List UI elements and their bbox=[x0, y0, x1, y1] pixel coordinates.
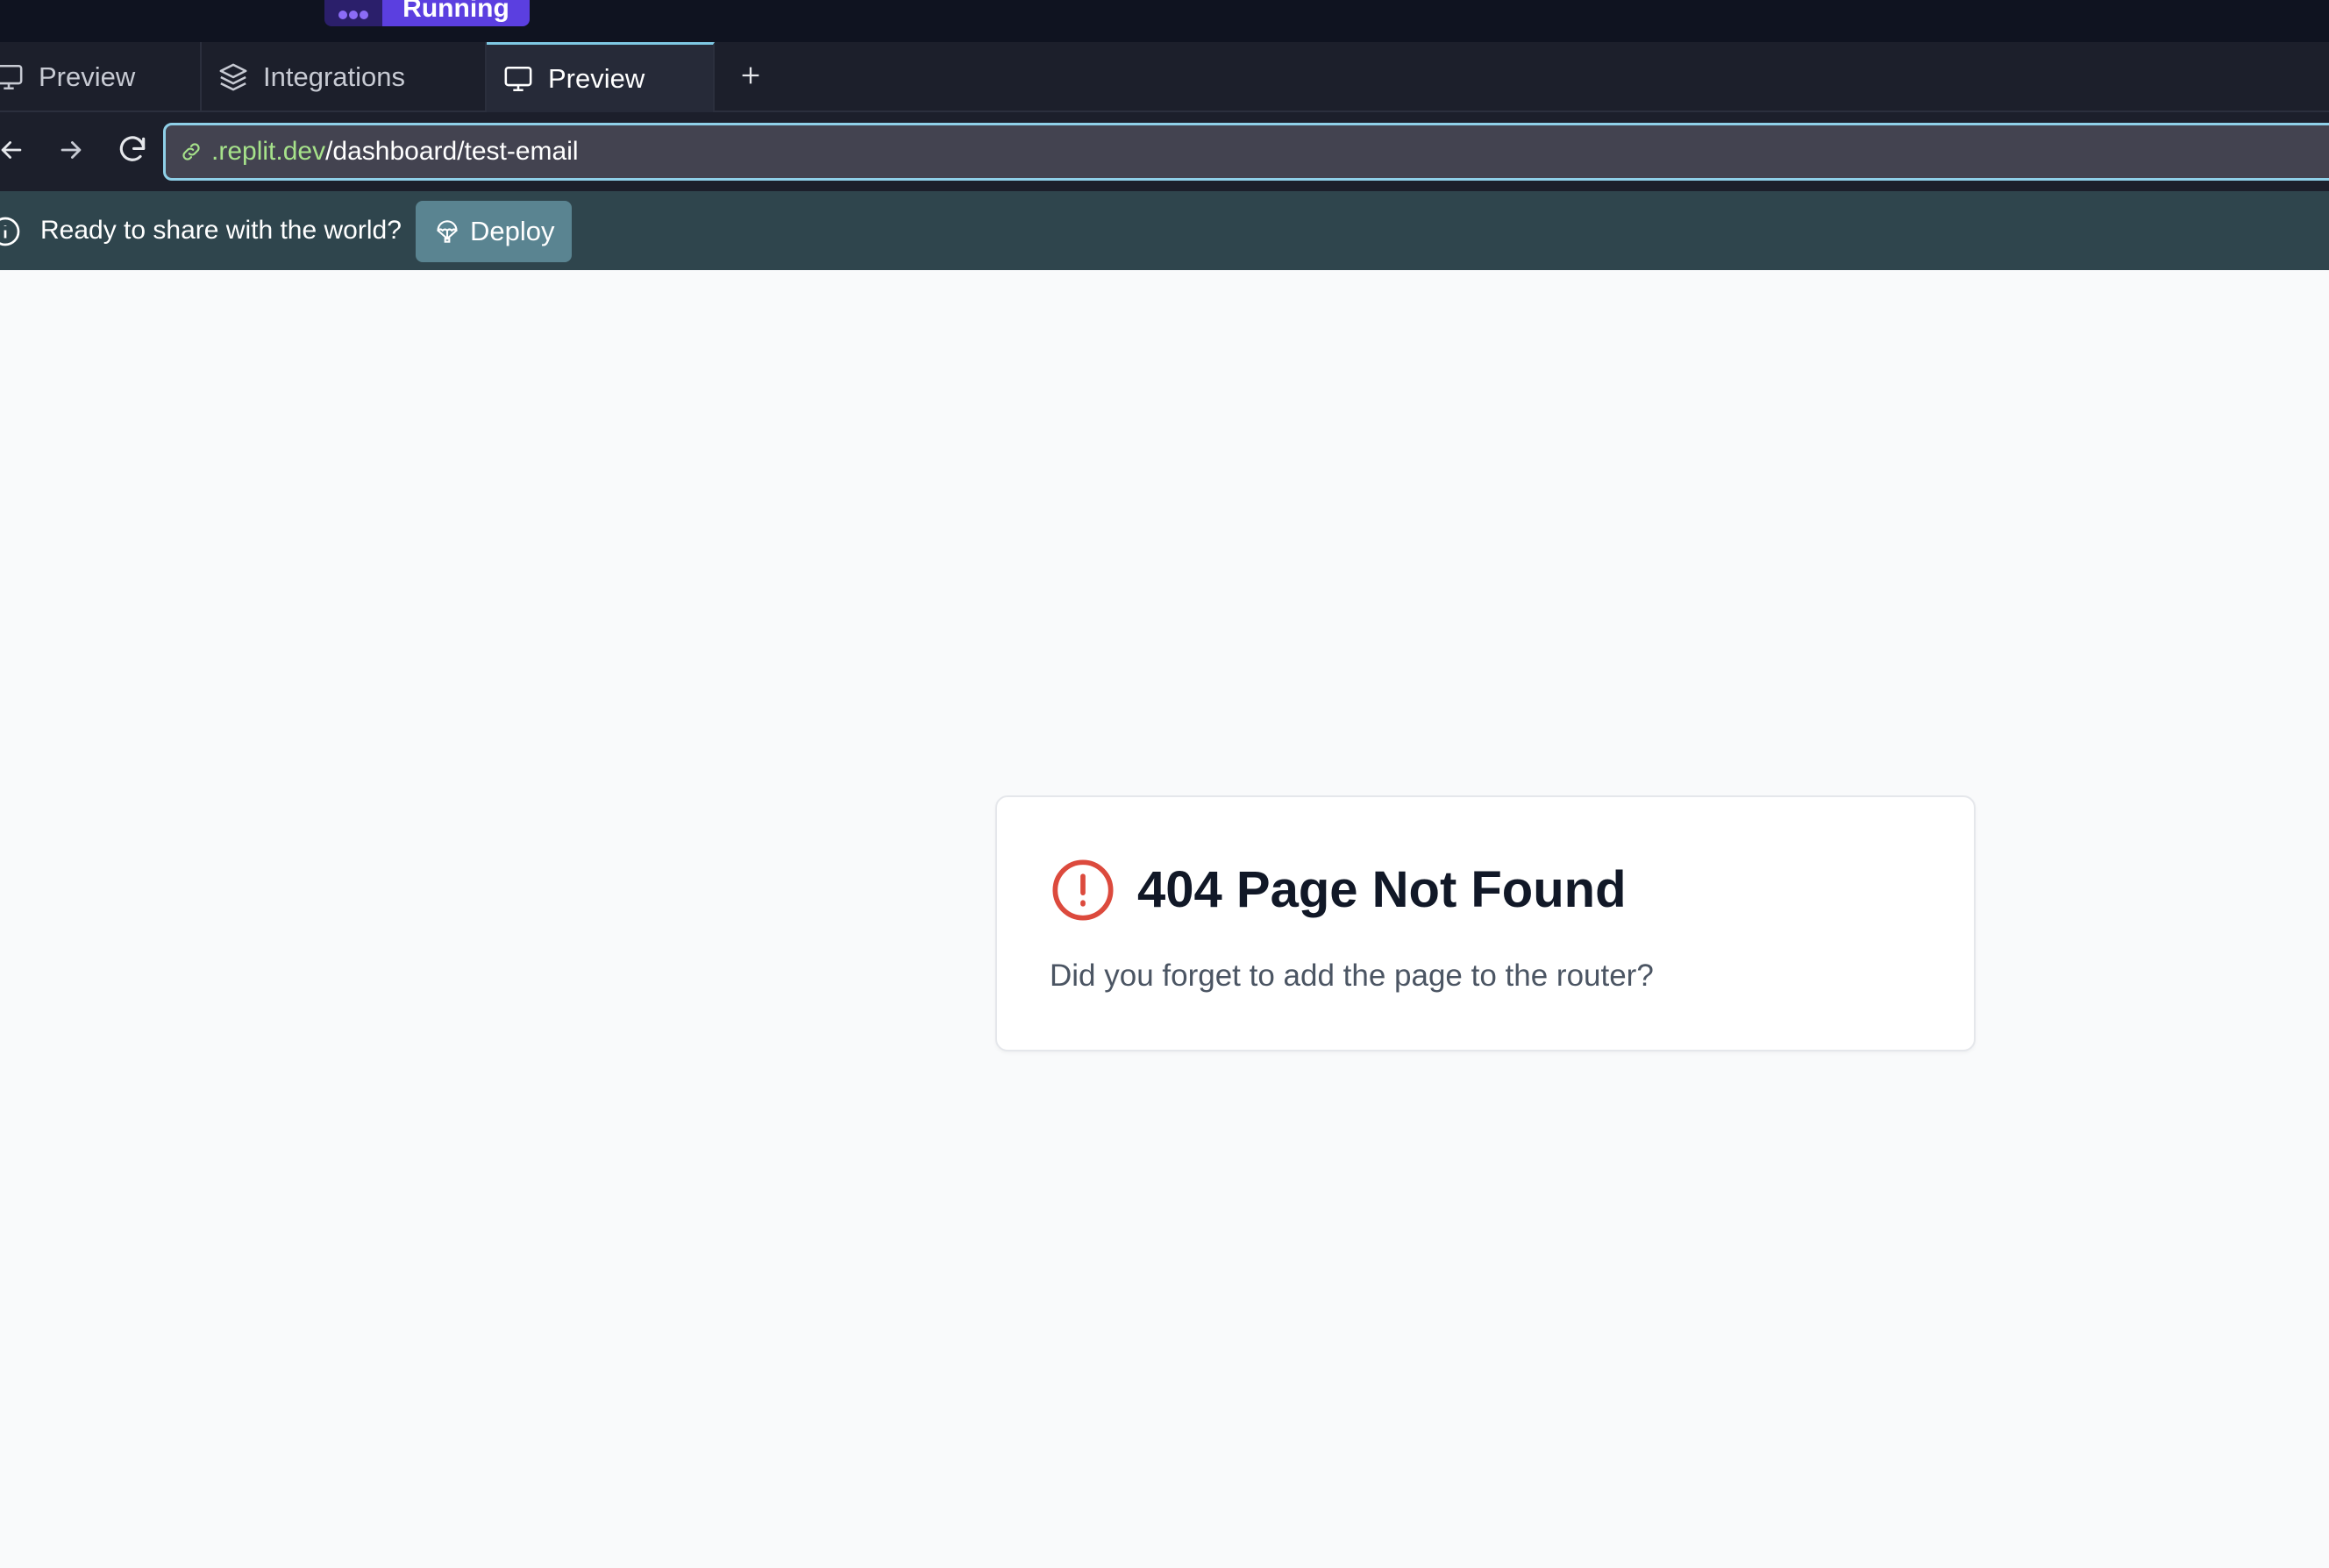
reload-button[interactable] bbox=[112, 132, 153, 172]
layers-icon bbox=[216, 60, 251, 95]
tab-label: Integrations bbox=[263, 61, 405, 92]
not-found-card: 404 Page Not Found Did you forget to add… bbox=[995, 795, 1976, 1051]
new-tab-button[interactable] bbox=[724, 42, 777, 112]
arrow-right-icon bbox=[56, 135, 86, 169]
running-status-badge[interactable]: Running bbox=[324, 0, 530, 26]
parachute-icon bbox=[435, 218, 461, 245]
monitor-icon bbox=[501, 61, 536, 96]
url-domain: .replit.dev bbox=[211, 137, 326, 166]
monitor-icon bbox=[0, 60, 26, 95]
not-found-title: 404 Page Not Found bbox=[1137, 861, 1627, 918]
plus-icon bbox=[738, 63, 763, 92]
forward-button[interactable] bbox=[51, 132, 91, 172]
running-dots-icon bbox=[324, 0, 382, 26]
link-icon bbox=[180, 139, 206, 165]
tab-preview-active[interactable]: Preview bbox=[487, 42, 715, 112]
deploy-label: Deploy bbox=[470, 216, 555, 246]
reload-icon bbox=[116, 133, 149, 171]
alert-circle-icon bbox=[1050, 857, 1116, 923]
running-label: Running bbox=[382, 0, 530, 26]
url-path: /dashboard/test-email bbox=[325, 137, 579, 166]
info-icon bbox=[0, 216, 21, 247]
back-button[interactable] bbox=[0, 132, 32, 172]
tab-bar: Preview Integrations Preview bbox=[0, 42, 2329, 112]
share-banner-text: Ready to share with the world? bbox=[40, 216, 402, 245]
url-bar: .replit.dev/dashboard/test-email bbox=[0, 112, 2329, 191]
url-input[interactable]: .replit.dev/dashboard/test-email bbox=[163, 123, 2329, 181]
deploy-button[interactable]: Deploy bbox=[416, 201, 572, 262]
tab-preview[interactable]: Preview bbox=[0, 42, 202, 112]
not-found-message: Did you forget to add the page to the ro… bbox=[1050, 959, 1654, 993]
tab-label: Preview bbox=[548, 62, 645, 94]
arrow-left-icon bbox=[0, 135, 26, 169]
top-bar: Running bbox=[0, 0, 2329, 42]
tab-integrations[interactable]: Integrations bbox=[202, 42, 487, 112]
share-banner: Ready to share with the world? Deploy bbox=[0, 191, 2329, 270]
tab-label: Preview bbox=[39, 61, 136, 92]
